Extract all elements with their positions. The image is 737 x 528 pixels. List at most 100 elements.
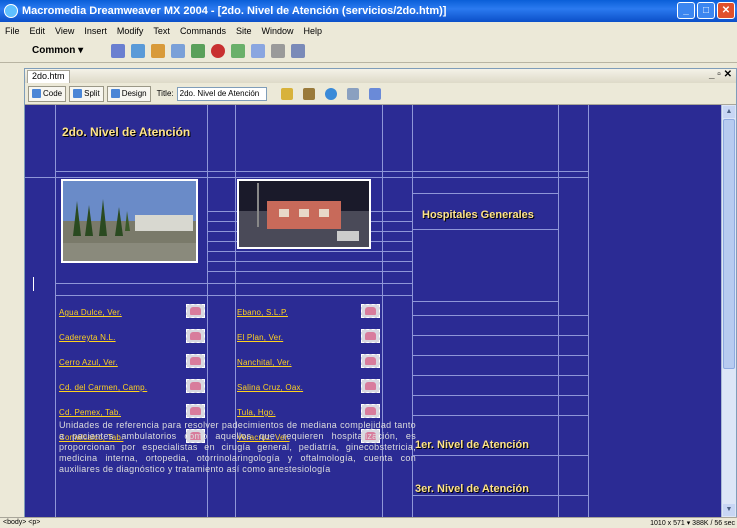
phone-icon[interactable] <box>361 304 380 318</box>
title-input[interactable]: 2do. Nivel de Atención <box>176 86 267 101</box>
table-border <box>55 171 588 172</box>
menu-help[interactable]: Help <box>298 26 327 36</box>
menu-window[interactable]: Window <box>256 26 298 36</box>
document-toolbar: Code Split Design Title: 2do. Nivel de A… <box>25 83 736 105</box>
hospital-link[interactable]: Nanchital, Ver. <box>237 358 292 367</box>
menu-insert[interactable]: Insert <box>79 26 112 36</box>
preview-browser-icon[interactable] <box>302 87 315 100</box>
menu-commands[interactable]: Commands <box>175 26 231 36</box>
table-border <box>412 395 588 396</box>
scroll-up-icon[interactable]: ▲ <box>723 106 735 118</box>
close-button[interactable]: ✕ <box>717 2 735 19</box>
hospital-link[interactable]: Cerro Azul, Ver. <box>59 358 118 367</box>
document-tabs: 2do.htm _ ▫ ✕ <box>25 69 736 83</box>
refresh-design-icon[interactable] <box>324 87 337 100</box>
scroll-down-icon[interactable]: ▼ <box>723 504 735 516</box>
page-heading[interactable]: 2do. Nivel de Atención <box>62 125 190 139</box>
left-gutter <box>0 63 24 517</box>
menu-bar: File Edit View Insert Modify Text Comman… <box>0 22 737 39</box>
vertical-scrollbar[interactable]: ▲ ▼ <box>721 105 736 518</box>
table-border <box>55 295 412 296</box>
table-border <box>207 271 412 272</box>
table-border <box>412 229 558 230</box>
hospital-link[interactable]: Agua Dulce, Ver. <box>59 308 122 317</box>
menu-site[interactable]: Site <box>231 26 257 36</box>
phone-icon[interactable] <box>186 354 205 368</box>
hospital-link[interactable]: Ebano, S.L.P. <box>237 308 288 317</box>
table-border <box>588 105 589 518</box>
design-view-button[interactable]: Design <box>106 85 151 102</box>
hospital-photo-right[interactable] <box>237 179 371 249</box>
hyperlink-icon[interactable] <box>111 43 126 58</box>
code-view-icon <box>32 89 41 98</box>
nav-3er-nivel-button[interactable]: 3er. Nivel de Atención <box>415 483 529 495</box>
title-label: Title: <box>156 89 174 98</box>
window-size-info[interactable]: 1010 x 571 ▾ 388K / 56 sec <box>650 519 735 527</box>
table-border <box>412 455 588 456</box>
table-border <box>55 283 412 284</box>
table-border <box>412 495 588 496</box>
dreamweaver-icon <box>4 4 18 18</box>
nav-1er-nivel-button[interactable]: 1er. Nivel de Atención <box>415 439 529 451</box>
phone-icon[interactable] <box>186 379 205 393</box>
minimize-button[interactable]: _ <box>677 2 695 19</box>
layer-icon[interactable] <box>191 43 206 58</box>
window-title: Macromedia Dreamweaver MX 2004 - [2do. N… <box>22 5 447 17</box>
hospital-link[interactable]: Cadereyta N.L. <box>59 333 116 342</box>
phone-icon[interactable] <box>361 404 380 418</box>
media-icon[interactable] <box>231 43 246 58</box>
phone-icon[interactable] <box>361 329 380 343</box>
menu-text[interactable]: Text <box>148 26 175 36</box>
hospital-link[interactable]: Tula, Hgo. <box>237 408 276 417</box>
phone-icon[interactable] <box>186 304 205 318</box>
menu-modify[interactable]: Modify <box>112 26 149 36</box>
phone-icon[interactable] <box>186 329 205 343</box>
menu-view[interactable]: View <box>50 26 79 36</box>
tag-chooser-icon[interactable] <box>291 43 306 58</box>
image-icon[interactable] <box>211 43 226 58</box>
split-view-button[interactable]: Split <box>69 85 104 102</box>
hospital-photo-left[interactable] <box>61 179 198 263</box>
email-link-icon[interactable] <box>131 43 146 58</box>
table-border <box>412 335 588 336</box>
table-border <box>207 251 412 252</box>
tag-selector[interactable]: <body> <p> <box>3 519 40 526</box>
table-border <box>412 315 588 316</box>
table-icon[interactable] <box>171 43 186 58</box>
date-icon[interactable] <box>251 43 266 58</box>
phone-icon[interactable] <box>361 379 380 393</box>
hospital-link[interactable]: El Plan, Ver. <box>237 333 283 342</box>
visual-aids-icon[interactable] <box>368 87 381 100</box>
hospital-link[interactable]: Cd. Pemex, Tab. <box>59 408 121 417</box>
table-border <box>412 355 588 356</box>
template-icon[interactable] <box>271 43 286 58</box>
design-view-icon <box>110 89 120 98</box>
maximize-button[interactable]: □ <box>697 2 715 19</box>
insert-category-dropdown[interactable]: Common ▾ <box>32 45 83 56</box>
named-anchor-icon[interactable] <box>151 43 166 58</box>
scroll-thumb[interactable] <box>723 119 735 369</box>
code-view-button[interactable]: Code <box>28 85 67 102</box>
hospital-link[interactable]: Cd. del Carmen, Camp. <box>59 383 147 392</box>
status-bar: <body> <p> 1010 x 571 ▾ 388K / 56 sec <box>0 517 737 528</box>
hospital-link[interactable]: Salina Cruz, Oax. <box>237 383 303 392</box>
split-view-icon <box>73 89 83 98</box>
table-border <box>55 105 56 518</box>
title-bar: Macromedia Dreamweaver MX 2004 - [2do. N… <box>0 0 737 22</box>
table-border <box>25 177 588 178</box>
document-window-controls[interactable]: _ ▫ ✕ <box>709 69 732 80</box>
table-border <box>412 301 558 302</box>
document-window: 2do.htm _ ▫ ✕ Code Split Design Title: 2… <box>24 68 737 518</box>
table-border <box>412 375 588 376</box>
phone-icon[interactable] <box>361 354 380 368</box>
file-management-icon[interactable] <box>280 87 293 100</box>
table-border <box>558 105 559 518</box>
menu-edit[interactable]: Edit <box>25 26 51 36</box>
design-canvas[interactable]: 2do. Nivel de Atención Hospitales Genera… <box>25 105 736 518</box>
phone-icon[interactable] <box>186 404 205 418</box>
view-options-icon[interactable] <box>346 87 359 100</box>
hospitales-generales-heading[interactable]: Hospitales Generales <box>422 209 534 221</box>
menu-file[interactable]: File <box>0 26 25 36</box>
tab-2do-htm[interactable]: 2do.htm <box>27 69 70 83</box>
description-paragraph[interactable]: Unidades de referencia para resolver pad… <box>59 420 416 475</box>
